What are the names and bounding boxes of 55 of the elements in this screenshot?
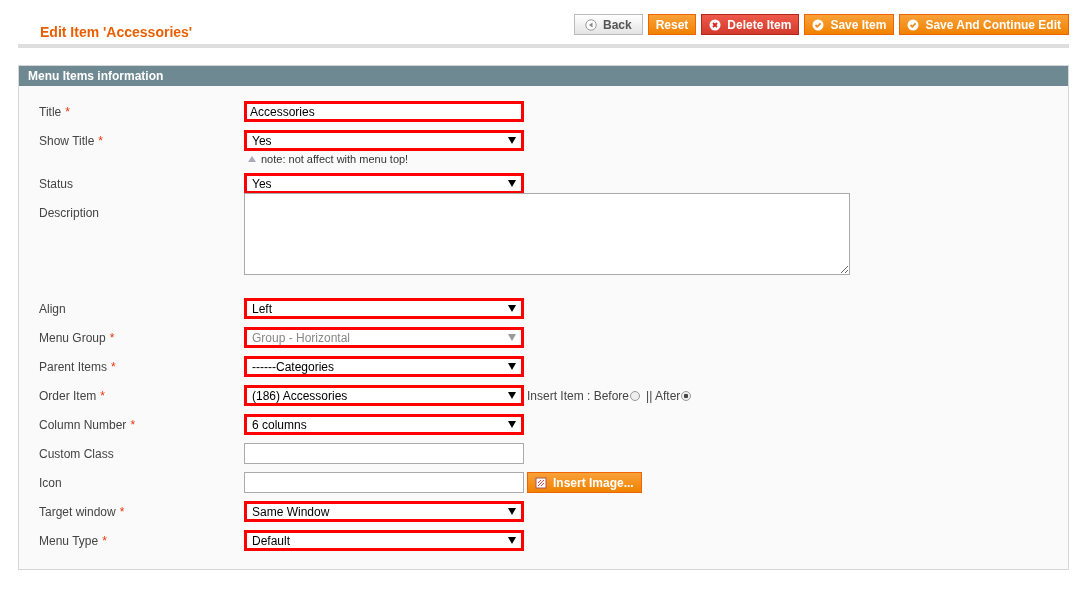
dropdown-arrow-icon <box>508 508 516 515</box>
text-field[interactable] <box>244 472 524 493</box>
radio-button[interactable] <box>681 390 692 401</box>
field-label: Status <box>39 177 74 191</box>
radio-label: Insert Item : Before <box>527 388 630 403</box>
field-label: Menu Group <box>39 331 106 345</box>
dropdown[interactable]: ------Categories <box>244 356 524 377</box>
dropdown-arrow-icon <box>508 537 516 544</box>
dropdown[interactable]: (186) Accessories <box>244 385 524 406</box>
dropdown[interactable]: Yes <box>244 173 524 194</box>
field-label: Parent Items <box>39 360 108 374</box>
text-field[interactable] <box>244 443 524 464</box>
field-label: Description <box>39 206 100 220</box>
field-label: Menu Type <box>39 534 99 548</box>
dropdown[interactable]: Left <box>244 298 524 319</box>
field-label: Column Number <box>39 418 127 432</box>
required-mark: * <box>111 360 116 374</box>
field-label: Order Item <box>39 389 97 403</box>
required-mark: * <box>65 105 70 119</box>
image-icon <box>535 476 547 489</box>
field-label: Icon <box>39 476 62 490</box>
page-title: Edit Item 'Accessories' <box>40 23 193 40</box>
note-arrow-icon <box>248 156 256 162</box>
checkmark-icon <box>812 18 825 31</box>
field-label: Target window <box>39 505 116 519</box>
note-text: note: not affect with menu top! <box>261 153 409 165</box>
field-label: Align <box>39 302 66 316</box>
text-area[interactable] <box>244 193 850 275</box>
dropdown-arrow-icon <box>508 137 516 144</box>
field-label: Show Title <box>39 134 95 148</box>
dropdown[interactable]: Default <box>244 530 524 551</box>
required-mark: * <box>119 505 125 519</box>
text-field[interactable]: Accessories <box>244 101 524 122</box>
radio-label: || After <box>646 388 681 403</box>
required-mark: * <box>98 134 104 148</box>
panel-header: Menu Items information <box>19 66 1068 86</box>
dropdown-arrow-icon <box>508 334 516 341</box>
required-mark: * <box>100 389 106 403</box>
field-label: Custom Class <box>39 447 114 461</box>
dropdown-arrow-icon <box>508 392 516 399</box>
toolbar-button[interactable]: Delete Item <box>701 14 800 35</box>
dropdown[interactable]: Same Window <box>244 501 524 522</box>
toolbar-button[interactable]: Back <box>574 14 643 35</box>
dropdown-arrow-icon <box>508 363 516 370</box>
checkmark-icon <box>907 18 920 31</box>
required-mark: * <box>109 331 115 345</box>
required-mark: * <box>102 534 107 548</box>
dropdown-arrow-icon <box>508 305 516 312</box>
dropdown[interactable]: Yes <box>244 130 524 151</box>
dropdown-arrow-icon <box>508 421 516 428</box>
field-label: Title <box>39 105 62 119</box>
radio-button[interactable] <box>630 390 641 401</box>
dropdown[interactable]: 6 columns <box>244 414 524 435</box>
required-mark: * <box>130 418 136 432</box>
close-icon <box>709 18 722 31</box>
